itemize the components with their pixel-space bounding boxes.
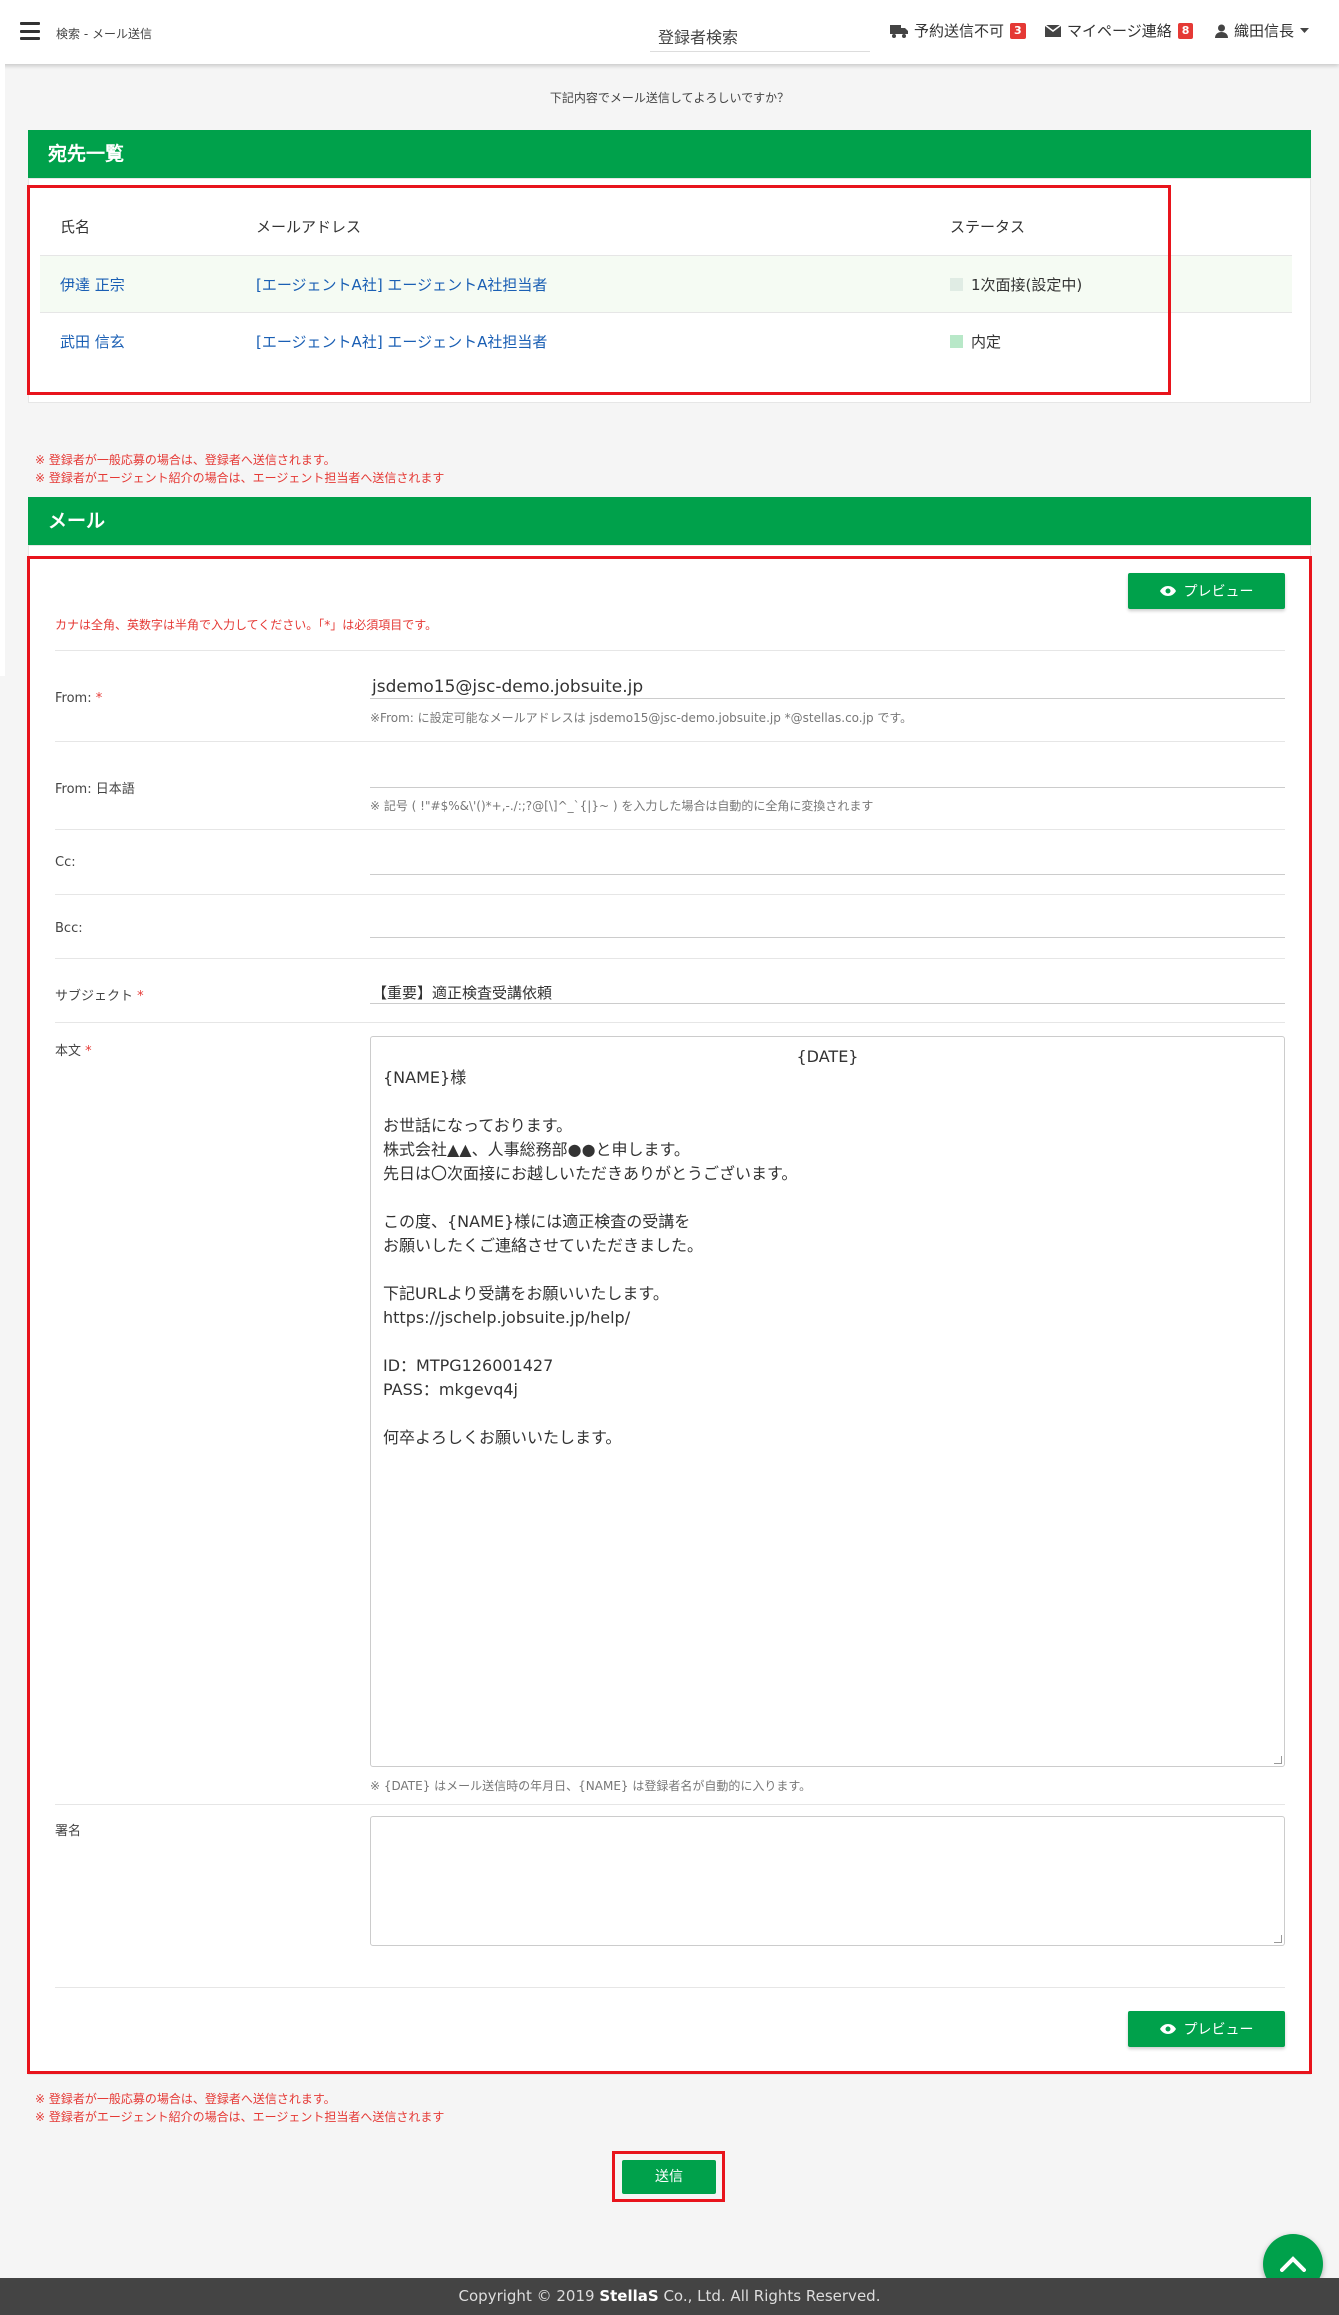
send-note: ※ 登録者が一般応募の場合は、登録者へ送信されます。 ※ 登録者がエージェント紹… <box>35 451 444 487</box>
status-color-swatch <box>950 278 963 291</box>
recipient-name-link[interactable]: 武田 信玄 <box>60 331 125 352</box>
footer-prefix: Copyright © 2019 <box>458 2287 600 2305</box>
signature-label: 署名 <box>55 1824 82 1839</box>
mypage-contact-badge: 8 <box>1177 22 1194 39</box>
reservation-unsendable-link[interactable]: 予約送信不可 3 <box>890 20 1026 41</box>
caret-down-icon <box>1300 27 1310 33</box>
column-header-name: 氏名 <box>60 218 91 236</box>
column-header-email: メールアドレス <box>256 218 362 236</box>
resize-handle-icon[interactable] <box>1274 1935 1282 1943</box>
bcc-field[interactable] <box>370 937 1285 938</box>
body-date-placeholder: {DATE} <box>796 1047 859 1066</box>
registrant-search-input[interactable]: 登録者検索 <box>650 18 870 52</box>
body-help-text: ※ {DATE} はメール送信時の年月日、{NAME} は登録者名が自動的に入り… <box>370 1779 812 1793</box>
from-label-text: From: <box>55 691 92 706</box>
cc-field[interactable] <box>370 874 1285 875</box>
divider <box>55 1804 1285 1805</box>
subject-field[interactable]: 【重要】適正検査受講依頼 <box>372 982 552 1003</box>
confirm-message: 下記内容でメール送信してよろしいですか？ <box>549 91 790 105</box>
reservation-unsendable-label: 予約送信不可 <box>914 22 1005 40</box>
cc-label: Cc: <box>55 855 76 870</box>
body-label-text: 本文 <box>55 1044 82 1059</box>
eye-icon <box>1159 2024 1176 2034</box>
preview-button-top[interactable]: プレビュー <box>1128 573 1285 609</box>
subject-label-text: サブジェクト <box>55 989 134 1004</box>
status-label: 内定 <box>971 333 1002 351</box>
column-header-status: ステータス <box>950 218 1026 236</box>
bcc-label: Bcc: <box>55 921 83 936</box>
resize-handle-icon[interactable] <box>1274 1756 1282 1764</box>
signature-textarea[interactable] <box>370 1816 1285 1946</box>
table-row: 武田 信玄 [エージェントA社] エージェントA社担当者 内定 <box>40 312 1292 369</box>
footer: Copyright © 2019 StellaS Co., Ltd. All R… <box>0 2278 1339 2315</box>
truck-icon <box>890 24 908 38</box>
send-note-line2: ※ 登録者がエージェント紹介の場合は、エージェント担当者へ送信されます <box>35 2110 445 2124</box>
send-button[interactable]: 送信 <box>622 2160 716 2194</box>
recipients-panel-title: 宛先一覧 <box>28 130 1311 178</box>
mypage-contact-link[interactable]: マイページ連絡 8 <box>1045 20 1194 41</box>
user-name: 織田信長 <box>1234 22 1295 40</box>
input-instruction: カナは全角、英数字は半角で入力してください。「*」は必須項目です。 <box>55 618 438 632</box>
status-label: 1次面接(設定中) <box>971 276 1083 294</box>
from-field[interactable]: jsdemo15@jsc-demo.jobsuite.jp <box>372 677 643 697</box>
envelope-icon <box>1045 24 1061 37</box>
user-menu[interactable]: 織田信長 <box>1215 20 1310 41</box>
preview-label: プレビュー <box>1183 584 1254 600</box>
divider <box>55 650 1285 651</box>
status-cell: 内定 <box>950 331 1001 352</box>
send-note-line1: ※ 登録者が一般応募の場合は、登録者へ送信されます。 <box>35 2092 336 2106</box>
footer-brand: StellaS <box>599 2287 659 2305</box>
mypage-contact-label: マイページ連絡 <box>1067 22 1172 40</box>
body-text: {NAME}様 お世話になっております。 株式会社▲▲、人事総務部●●と申します… <box>383 1068 798 1447</box>
divider <box>55 958 1285 959</box>
from-jp-label: From: 日本語 <box>55 782 135 797</box>
status-color-swatch <box>950 335 963 348</box>
divider <box>55 1987 1285 1988</box>
divider <box>55 894 1285 895</box>
preview-label: プレビュー <box>1183 2022 1254 2038</box>
from-field-underline <box>370 698 1285 699</box>
user-icon <box>1215 24 1228 38</box>
from-help-text: ※From: に設定可能なメールアドレスは jsdemo15@jsc-demo.… <box>370 711 913 725</box>
top-navbar: 検索 - メール送信 登録者検索 予約送信不可 3 マイページ連絡 8 織田信長 <box>0 0 1339 64</box>
recipients-table-header: 氏名 メールアドレス ステータス <box>40 198 1292 255</box>
chevron-up-icon <box>1280 2256 1306 2272</box>
recipient-name-link[interactable]: 伊達 正宗 <box>60 274 125 295</box>
hamburger-menu-icon[interactable] <box>20 22 40 40</box>
divider <box>55 829 1285 830</box>
table-row: 伊達 正宗 [エージェントA社] エージェントA社担当者 1次面接(設定中) <box>40 255 1292 312</box>
mail-panel-title: メール <box>28 497 1311 545</box>
sidebar-edge <box>0 64 5 676</box>
recipient-email-link[interactable]: [エージェントA社] エージェントA社担当者 <box>256 331 547 352</box>
send-note-line1: ※ 登録者が一般応募の場合は、登録者へ送信されます。 <box>35 453 336 467</box>
recipient-email-link[interactable]: [エージェントA社] エージェントA社担当者 <box>256 274 547 295</box>
footer-suffix: Co., Ltd. All Rights Reserved. <box>658 2287 881 2305</box>
from-jp-help-text: ※ 記号 ( !"#$%&\'()*+,-./:;?@[\]^_`{|}~ ) … <box>370 799 874 813</box>
subject-label: サブジェクト * <box>55 989 144 1004</box>
divider <box>55 741 1285 742</box>
body-textarea[interactable]: {DATE} {NAME}様 お世話になっております。 株式会社▲▲、人事総務部… <box>370 1036 1285 1767</box>
from-jp-field[interactable] <box>370 787 1285 788</box>
from-label: From: * <box>55 691 103 706</box>
subject-field-underline <box>370 1003 1285 1004</box>
status-cell: 1次面接(設定中) <box>950 274 1082 295</box>
body-label: 本文 * <box>55 1044 92 1059</box>
preview-button-bottom[interactable]: プレビュー <box>1128 2011 1285 2047</box>
reservation-count-badge: 3 <box>1010 22 1026 39</box>
breadcrumb: 検索 - メール送信 <box>56 27 152 41</box>
divider <box>55 1022 1285 1023</box>
send-note-line2: ※ 登録者がエージェント紹介の場合は、エージェント担当者へ送信されます <box>35 471 445 485</box>
eye-icon <box>1159 586 1176 596</box>
send-note-bottom: ※ 登録者が一般応募の場合は、登録者へ送信されます。 ※ 登録者がエージェント紹… <box>35 2090 444 2126</box>
